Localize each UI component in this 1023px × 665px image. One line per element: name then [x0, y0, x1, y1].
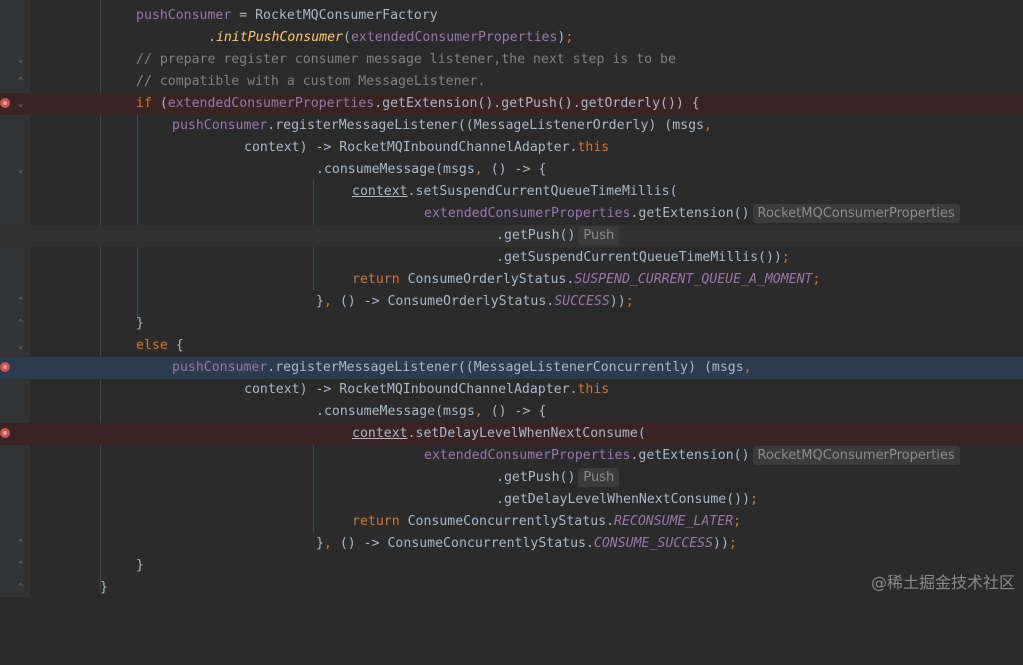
- code-line: ⌃ }: [16, 558, 144, 573]
- code-line: .getPush() Push: [0, 467, 1023, 489]
- type-hint: Push: [578, 468, 620, 487]
- code-line: .getSuspendCurrentQueueTimeMillis());: [496, 250, 790, 265]
- code-line: pushConsumer.registerMessageListener((Me…: [172, 118, 712, 133]
- code-line: .initPushConsumer(extendedConsumerProper…: [208, 30, 574, 45]
- fold-marker-icon[interactable]: ⌄: [16, 340, 25, 351]
- code-line: extendedConsumerProperties.getExtension(…: [0, 445, 1023, 467]
- breakpoint-icon[interactable]: [0, 428, 10, 438]
- code-line-breakpoint: context.setDelayLevelWhenNextConsume(: [0, 423, 1023, 445]
- code-line: ⌄ // prepare register consumer message l…: [16, 52, 676, 67]
- code-line: ⌃ }: [16, 316, 144, 331]
- code-line: extendedConsumerProperties.getExtension(…: [0, 203, 1023, 225]
- code-line: return ConsumeConcurrentlyStatus.RECONSU…: [352, 514, 742, 529]
- code-line-execution-point: pushConsumer.registerMessageListener((Me…: [0, 357, 1023, 379]
- code-line: ⌃ // compatible with a custom MessageLis…: [16, 74, 486, 89]
- code-line: pushConsumer = RocketMQConsumerFactory: [136, 8, 438, 23]
- fold-marker-icon[interactable]: ⌃: [16, 538, 25, 549]
- fold-marker-icon[interactable]: ⌄: [16, 98, 25, 109]
- code-line: ⌃ }, () -> ConsumeConcurrentlyStatus.CON…: [16, 536, 737, 551]
- type-hint: RocketMQConsumerProperties: [752, 446, 960, 465]
- code-line: return ConsumeOrderlyStatus.SUSPEND_CURR…: [352, 272, 821, 287]
- code-line: ⌄ else {: [16, 338, 184, 353]
- breakpoint-icon[interactable]: [0, 98, 10, 108]
- breakpoint-icon[interactable]: [0, 362, 10, 372]
- code-line: context) -> RocketMQInboundChannelAdapte…: [244, 140, 610, 155]
- code-line: .getDelayLevelWhenNextConsume());: [496, 492, 759, 507]
- code-line: ⌃ }, () -> ConsumeOrderlyStatus.SUCCESS)…: [16, 294, 634, 309]
- fold-marker-icon[interactable]: ⌃: [16, 560, 25, 571]
- fold-marker-icon[interactable]: ⌃: [16, 76, 25, 87]
- code-line: context.setSuspendCurrentQueueTimeMillis…: [352, 184, 678, 199]
- code-line: ⌃ }: [16, 580, 108, 595]
- fold-marker-icon[interactable]: ⌄: [16, 54, 25, 65]
- fold-marker-icon[interactable]: ⌃: [16, 582, 25, 593]
- code-line-breakpoint: ⌄ if (extendedConsumerProperties.getExte…: [0, 93, 1023, 115]
- code-line-current: .getPush() Push: [0, 225, 1023, 247]
- code-line: context) -> RocketMQInboundChannelAdapte…: [244, 382, 610, 397]
- watermark: @稀土掘金技术社区: [870, 573, 1015, 592]
- fold-marker-icon[interactable]: ⌃: [16, 318, 25, 329]
- code-line: .consumeMessage(msgs, () -> {: [316, 404, 547, 419]
- type-hint: RocketMQConsumerProperties: [752, 204, 960, 223]
- fold-marker-icon[interactable]: ⌄: [16, 164, 25, 175]
- fold-marker-icon[interactable]: ⌃: [16, 296, 25, 307]
- code-line: ⌄ .consumeMessage(msgs, () -> {: [16, 162, 547, 177]
- type-hint: Push: [578, 226, 620, 245]
